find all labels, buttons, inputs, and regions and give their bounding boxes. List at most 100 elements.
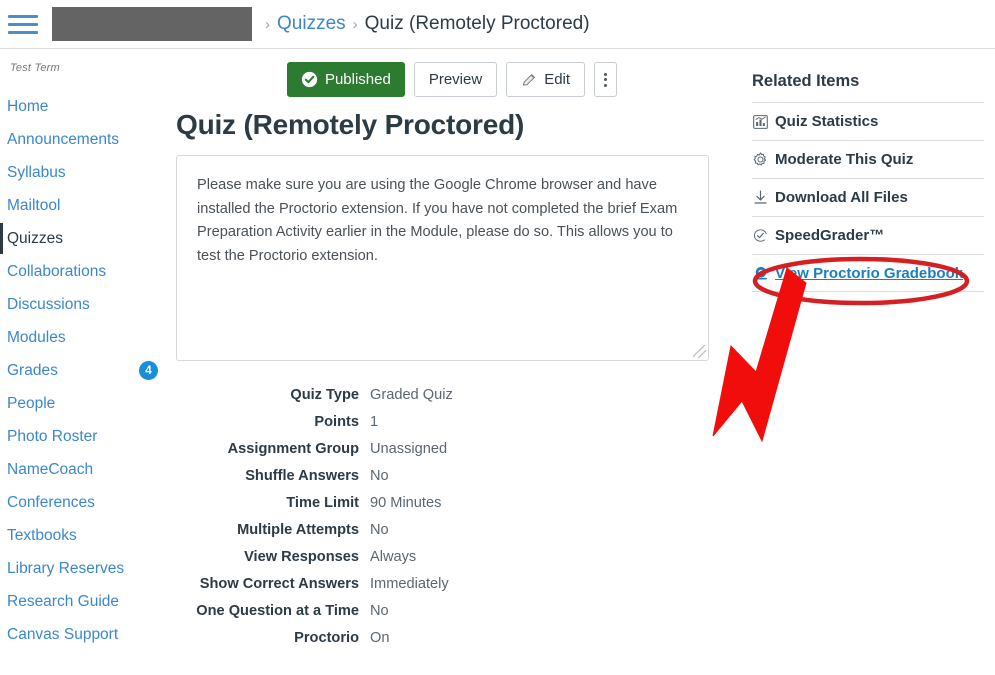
sidebar-item-label: People <box>7 394 56 412</box>
sidebar-item-collaborations[interactable]: Collaborations <box>0 255 172 288</box>
bar-chart-icon <box>752 113 769 130</box>
check-circle-icon <box>301 71 318 88</box>
sidebar-item-namecoach[interactable]: NameCoach <box>0 453 172 486</box>
sidebar-item-syllabus[interactable]: Syllabus <box>0 156 172 189</box>
sidebar-item-label: Photo Roster <box>7 427 98 445</box>
detail-row: Proctorio On <box>172 630 732 657</box>
sidebar-item-canvas-support[interactable]: Canvas Support <box>0 618 172 651</box>
sidebar-item-textbooks[interactable]: Textbooks <box>0 519 172 552</box>
top-bar: › Quizzes › Quiz (Remotely Proctored) <box>0 0 995 48</box>
detail-row: One Question at a Time No <box>172 603 732 630</box>
more-options-button[interactable] <box>594 62 618 97</box>
preview-button-label: Preview <box>428 71 483 88</box>
detail-label: Proctorio <box>294 630 359 646</box>
sidebar-item-label: Canvas Support <box>7 625 119 643</box>
sidebar-item-badge: 4 <box>139 361 158 380</box>
sidebar-item-grades[interactable]: Grades 4 <box>0 354 172 387</box>
breadcrumb: › Quizzes › Quiz (Remotely Proctored) <box>258 13 590 35</box>
proctorio-eye-icon <box>752 265 769 282</box>
download-icon <box>752 189 769 206</box>
detail-label: Shuffle Answers <box>245 468 359 484</box>
edit-button-label: Edit <box>544 71 571 88</box>
detail-row: Time Limit 90 Minutes <box>172 495 732 522</box>
edit-button[interactable]: Edit <box>506 62 586 97</box>
related-item-quiz-statistics[interactable]: Quiz Statistics <box>752 102 984 140</box>
quiz-details-page: › Quizzes › Quiz (Remotely Proctored) Te… <box>0 0 995 675</box>
detail-label: Time Limit <box>286 495 359 511</box>
sidebar-item-label: Discussions <box>7 295 90 313</box>
sidebar-item-label: Grades <box>7 361 58 379</box>
detail-value: No <box>370 603 389 619</box>
sidebar-item-label: Home <box>7 97 49 115</box>
page-title: Quiz (Remotely Proctored) <box>176 109 525 140</box>
detail-value: No <box>370 522 389 538</box>
detail-label: Points <box>314 414 359 430</box>
breadcrumb-separator-icon: › <box>265 15 270 33</box>
related-item-view-proctorio-gradebook[interactable]: View Proctorio Gradebook <box>752 254 984 292</box>
published-button-label: Published <box>324 71 391 88</box>
related-item-label: Moderate This Quiz <box>775 151 914 168</box>
detail-label: Show Correct Answers <box>199 576 359 592</box>
sidebar-item-quizzes[interactable]: Quizzes <box>0 222 172 255</box>
detail-row: View Responses Always <box>172 549 732 576</box>
related-item-download-all-files[interactable]: Download All Files <box>752 178 984 216</box>
detail-value: Graded Quiz <box>370 387 453 403</box>
related-items-title: Related Items <box>752 72 860 90</box>
speedgrader-icon <box>752 227 769 244</box>
quiz-action-toolbar: Published Preview Edit <box>172 62 732 97</box>
detail-label: Assignment Group <box>227 441 359 457</box>
detail-row: Show Correct Answers Immediately <box>172 576 732 603</box>
main-content: Published Preview Edit Quiz (Remotely Pr… <box>172 62 732 657</box>
hamburger-menu-icon[interactable] <box>8 13 38 35</box>
sidebar-item-conferences[interactable]: Conferences <box>0 486 172 519</box>
sidebar-item-label: Quizzes <box>7 229 63 247</box>
sidebar-item-label: Modules <box>7 328 66 346</box>
detail-value: No <box>370 468 389 484</box>
sidebar-item-announcements[interactable]: Announcements <box>0 123 172 156</box>
sidebar-item-label: Library Reserves <box>7 559 125 577</box>
course-name-redacted-block <box>52 7 252 41</box>
quiz-details-table: Quiz Type Graded Quiz Points 1 Assignment Gr… <box>172 387 732 657</box>
sidebar-item-modules[interactable]: Modules <box>0 321 172 354</box>
detail-row: Assignment Group Unassigned <box>172 441 732 468</box>
sidebar-item-label: Mailtool <box>7 196 61 214</box>
detail-row: Points 1 <box>172 414 732 441</box>
sidebar-item-label: Conferences <box>7 493 95 511</box>
related-items-panel: Related Items Quiz Statistics Moderate Th… <box>752 72 984 292</box>
detail-value: Always <box>370 549 417 565</box>
sidebar-item-library-reserves[interactable]: Library Reserves <box>0 552 172 585</box>
breadcrumb-item-quizzes[interactable]: Quizzes <box>277 13 346 35</box>
detail-value: Unassigned <box>370 441 448 457</box>
sidebar-item-research-guide[interactable]: Research Guide <box>0 585 172 618</box>
quiz-description-text: Please make sure you are using the Googl… <box>197 177 678 264</box>
sidebar-item-discussions[interactable]: Discussions <box>0 288 172 321</box>
resize-handle[interactable] <box>693 345 706 358</box>
sidebar-item-label: Syllabus <box>7 163 66 181</box>
sidebar-item-home[interactable]: Home <box>0 90 172 123</box>
detail-label: Quiz Type <box>290 387 359 403</box>
sidebar-item-photo-roster[interactable]: Photo Roster <box>0 420 172 453</box>
detail-row: Shuffle Answers No <box>172 468 732 495</box>
term-label: Test Term <box>10 62 60 74</box>
detail-value: Immediately <box>370 576 449 592</box>
sidebar-item-label: Research Guide <box>7 592 120 610</box>
related-item-label: Quiz Statistics <box>775 113 879 130</box>
related-item-speedgrader[interactable]: SpeedGrader™ <box>752 216 984 254</box>
gear-icon <box>752 151 769 168</box>
breadcrumb-item-current: Quiz (Remotely Proctored) <box>364 13 590 34</box>
detail-label: View Responses <box>244 549 359 565</box>
published-button[interactable]: Published <box>286 62 405 97</box>
header-divider <box>0 48 995 49</box>
sidebar-item-mailtool[interactable]: Mailtool <box>0 189 172 222</box>
pencil-icon <box>523 73 536 86</box>
quiz-description-box[interactable]: Please make sure you are using the Googl… <box>176 155 709 361</box>
detail-row: Quiz Type Graded Quiz <box>172 387 732 414</box>
preview-button[interactable]: Preview <box>413 62 498 97</box>
detail-value: 1 <box>370 414 379 430</box>
detail-label: Multiple Attempts <box>237 522 359 538</box>
sidebar-item-people[interactable]: People <box>0 387 172 420</box>
detail-value: On <box>370 630 390 646</box>
detail-row: Multiple Attempts No <box>172 522 732 549</box>
related-item-moderate-this-quiz[interactable]: Moderate This Quiz <box>752 140 984 178</box>
sidebar-item-label: NameCoach <box>7 460 94 478</box>
